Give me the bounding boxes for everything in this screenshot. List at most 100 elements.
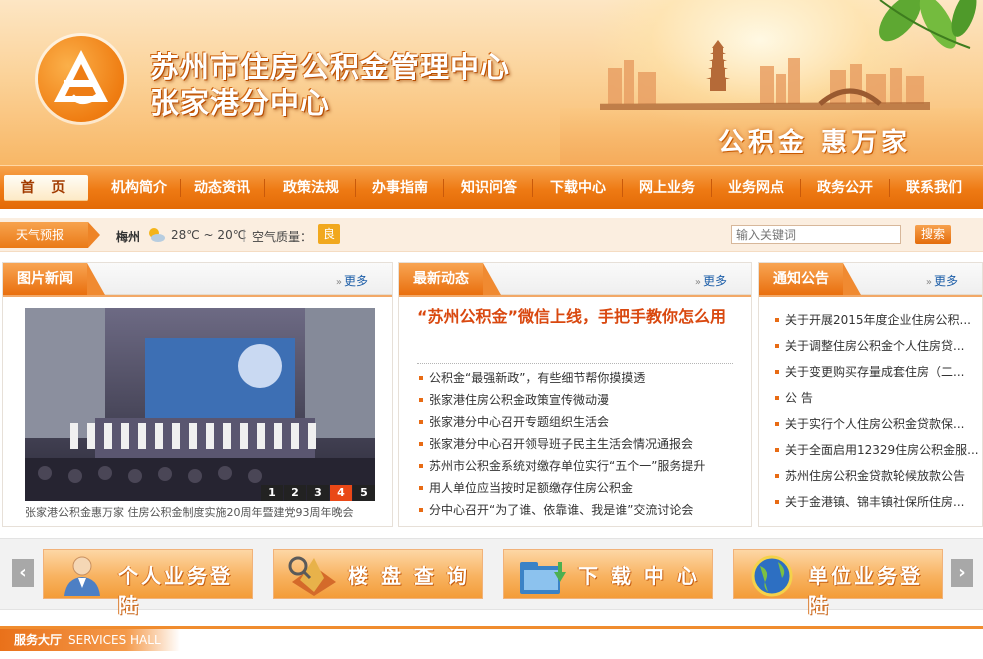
logo-emblem-icon: [54, 50, 108, 104]
more-label: 更多: [702, 274, 727, 288]
pager-page-4-active[interactable]: 4: [330, 485, 352, 501]
quick-link-label: 单位业务登陆: [808, 564, 923, 617]
building-search-icon: [288, 556, 336, 596]
more-label: 更多: [933, 274, 958, 288]
nav-divider: [622, 179, 623, 197]
service-hall-section: 服务大厅 SERVICES HALL: [0, 626, 983, 659]
folder-download-icon: [520, 562, 566, 594]
list-item[interactable]: 分中心召开“为了谁、依靠谁、我是谁”交流讨论会: [417, 499, 737, 521]
nav-item-home[interactable]: 首 页: [4, 175, 88, 201]
list-item[interactable]: 公积金“最强新政”，有些细节帮你摸摸透: [417, 367, 737, 389]
nav-divider: [711, 179, 712, 197]
property-search-button[interactable]: 楼 盘 查 询: [273, 549, 483, 599]
double-arrow-icon: »: [335, 277, 342, 288]
more-link[interactable]: » 更多: [695, 272, 727, 289]
double-arrow-icon: »: [694, 277, 701, 288]
list-item[interactable]: 苏州住房公积金贷款轮候放款公告: [773, 463, 979, 489]
nav-item-open-gov[interactable]: 政务公开: [806, 176, 884, 200]
panel-header: 通知公告 » 更多: [759, 263, 982, 295]
double-arrow-icon: »: [925, 277, 932, 288]
photo-news-panel: 图片新闻 » 更多 1 2 3 4 5 张家港公积金惠万家 住房公积金制度实施2…: [2, 262, 393, 527]
more-link[interactable]: » 更多: [336, 272, 368, 289]
next-arrow-button[interactable]: ›: [951, 559, 973, 587]
service-hall-title: 服务大厅 SERVICES HALL: [0, 629, 180, 651]
quick-link-label: 下 载 中 心: [578, 564, 700, 588]
search-input[interactable]: [731, 225, 901, 244]
quick-link-label: 个人业务登陆: [118, 564, 233, 617]
photo-caption[interactable]: 张家港公积金惠万家 住房公积金制度实施20周年暨建党93周年晚会: [25, 504, 375, 520]
weather-separator: |: [242, 228, 247, 242]
nav-divider: [532, 179, 533, 197]
nav-item-about[interactable]: 机构简介: [100, 176, 178, 200]
site-logo[interactable]: [38, 36, 124, 122]
globe-icon: [751, 555, 793, 597]
more-label: 更多: [343, 274, 368, 288]
nav-item-contact[interactable]: 联系我们: [895, 176, 973, 200]
weather-bar: 天气预报 梅州 28℃ ~ 20℃ | 空气质量： 良 搜索: [0, 218, 983, 252]
nav-item-download[interactable]: 下载中心: [539, 176, 617, 200]
nav-item-policy[interactable]: 政策法规: [272, 176, 350, 200]
news-photo[interactable]: 12345: [25, 308, 375, 501]
nav-item-faq[interactable]: 知识问答: [450, 176, 528, 200]
prev-arrow-button[interactable]: ‹: [12, 559, 34, 587]
nav-item-guide[interactable]: 办事指南: [361, 176, 439, 200]
air-quality-badge: 良: [318, 224, 340, 244]
download-center-button[interactable]: 下 载 中 心: [503, 549, 713, 599]
nav-item-outlets[interactable]: 业务网点: [717, 176, 795, 200]
list-item[interactable]: 关于调整住房公积金个人住房贷...: [773, 333, 979, 359]
dotted-divider: [417, 363, 733, 364]
panel-header: 最新动态 » 更多: [399, 263, 751, 295]
notices-panel: 通知公告 » 更多 关于开展2015年度企业住房公积... 关于调整住房公积金个人…: [758, 262, 983, 527]
service-hall-title-cn: 服务大厅: [14, 633, 63, 647]
nav-divider: [443, 179, 444, 197]
panel-accent-line: [399, 295, 751, 297]
panel-title: 通知公告: [759, 263, 861, 295]
list-item[interactable]: 关于变更购买存量成套住房（二...: [773, 359, 979, 385]
main-nav: 首 页 机构简介 动态资讯 政策法规 办事指南 知识问答 下载中心 网上业务 业…: [0, 165, 983, 209]
latest-news-list: 公积金“最强新政”，有些细节帮你摸摸透 张家港住房公积金政策宣传微动漫 张家港分…: [417, 367, 737, 521]
list-item[interactable]: 关于全面启用12329住房公积金服...: [773, 437, 979, 463]
list-item[interactable]: 张家港分中心召开领导班子民主生活会情况通报会: [417, 433, 737, 455]
list-item[interactable]: 关于开展2015年度企业住房公积...: [773, 307, 979, 333]
weather-city: 梅州: [116, 230, 141, 244]
partly-cloudy-icon: [149, 228, 165, 242]
notices-list: 关于开展2015年度企业住房公积... 关于调整住房公积金个人住房贷... 关于…: [773, 307, 979, 515]
pager-page-1[interactable]: 1: [261, 485, 283, 501]
nav-divider: [355, 179, 356, 197]
list-item[interactable]: 苏州市公积金系统对缴存单位实行“五个一”服务提升: [417, 455, 737, 477]
service-hall-title-en: SERVICES HALL: [68, 633, 161, 647]
nav-divider: [264, 179, 265, 197]
air-quality-label: 空气质量：: [252, 230, 313, 244]
more-link[interactable]: » 更多: [926, 272, 958, 289]
list-item[interactable]: 关于金港镇、锦丰镇社保所住房...: [773, 489, 979, 515]
list-item[interactable]: 张家港分中心召开专题组织生活会: [417, 411, 737, 433]
banner-slogan: 公积金 惠万家: [718, 128, 912, 158]
leaves-decoration: [879, 0, 977, 49]
list-item[interactable]: 用人单位应当按时足额缴存住房公积金: [417, 477, 737, 499]
list-item[interactable]: 张家港住房公积金政策宣传微动漫: [417, 389, 737, 411]
search-button[interactable]: 搜索: [915, 225, 951, 244]
page: 苏州市住房公积金管理中心 张家港分中心 公积金 惠万家 首 页 机构简介 动态资…: [0, 0, 983, 659]
panel-title: 最新动态: [399, 263, 501, 295]
user-icon: [64, 556, 100, 596]
site-subtitle: 张家港分中心: [150, 86, 331, 120]
panel-title: 图片新闻: [3, 263, 105, 295]
list-item[interactable]: 公 告: [773, 385, 979, 411]
pager-page-3[interactable]: 3: [307, 485, 329, 501]
panel-accent-line: [3, 295, 392, 297]
weather-tag: 天气预报: [0, 222, 100, 248]
nav-item-news[interactable]: 动态资讯: [183, 176, 261, 200]
weather-temperature: 28℃ ~ 20℃: [171, 228, 247, 242]
unit-login-button[interactable]: 单位业务登陆: [733, 549, 943, 617]
nav-divider: [889, 179, 890, 197]
latest-news-panel: 最新动态 » 更多 “苏州公积金”微信上线，手把手教你怎么用 公积金“最强新政”，…: [398, 262, 752, 527]
nav-divider: [800, 179, 801, 197]
pager-page-5[interactable]: 5: [353, 485, 375, 501]
nav-divider: [180, 179, 181, 197]
nav-item-online[interactable]: 网上业务: [628, 176, 706, 200]
pager-page-2[interactable]: 2: [284, 485, 306, 501]
personal-login-button[interactable]: 个人业务登陆: [43, 549, 253, 617]
header-banner: 苏州市住房公积金管理中心 张家港分中心 公积金 惠万家: [0, 0, 983, 165]
headline-link[interactable]: “苏州公积金”微信上线，手把手教你怎么用: [417, 305, 737, 329]
list-item[interactable]: 关于实行个人住房公积金贷款保...: [773, 411, 979, 437]
